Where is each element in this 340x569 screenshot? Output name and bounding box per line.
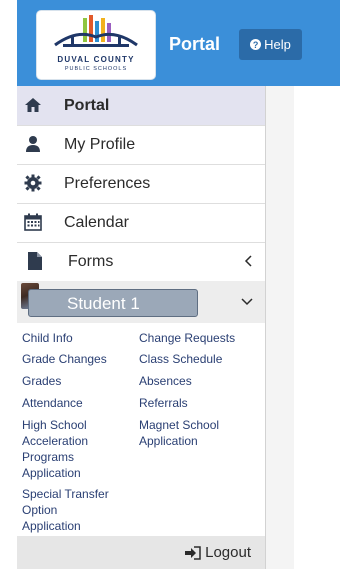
link-child-info[interactable]: Child Info — [22, 330, 73, 346]
logo-subtitle: PUBLIC SCHOOLS — [64, 66, 128, 72]
calendar-icon — [24, 213, 42, 231]
logout-bar: Logout — [17, 536, 265, 569]
link-high-school-acceleration[interactable]: High School Acceleration Programs Applic… — [22, 417, 88, 481]
sidebar-item-label: Calendar — [64, 213, 129, 231]
link-line: Programs — [22, 450, 75, 464]
question-icon: ? — [250, 39, 262, 50]
student-selector[interactable]: Student 1 — [17, 281, 265, 323]
logo-name: DUVAL COUNTY — [57, 55, 135, 64]
link-line: Acceleration — [22, 434, 89, 448]
sidebar-item-my-profile[interactable]: My Profile — [17, 125, 265, 165]
sidebar-item-portal[interactable]: Portal — [17, 86, 265, 126]
home-icon — [25, 98, 41, 112]
link-referrals[interactable]: Referrals — [139, 395, 188, 411]
link-special-transfer-option[interactable]: Special Transfer Option Application — [22, 486, 109, 534]
link-line: Magnet School — [139, 418, 220, 432]
content-divider — [266, 86, 294, 569]
sidebar-item-label: Forms — [68, 252, 114, 270]
link-grade-changes[interactable]: Grade Changes — [22, 351, 107, 367]
user-icon — [26, 136, 40, 152]
sidebar-item-forms[interactable]: Forms — [17, 242, 265, 282]
chevron-left-icon[interactable] — [243, 255, 255, 267]
link-magnet-school-application[interactable]: Magnet School Application — [139, 417, 219, 449]
sign-out-icon — [185, 545, 201, 560]
gear-icon — [24, 174, 42, 192]
document-icon — [28, 252, 42, 270]
district-logo[interactable]: DUVAL COUNTY PUBLIC SCHOOLS — [37, 11, 155, 79]
logout-button[interactable]: Logout — [185, 544, 251, 561]
link-absences[interactable]: Absences — [139, 373, 192, 389]
link-grades[interactable]: Grades — [22, 373, 61, 389]
help-button[interactable]: ? Help — [239, 29, 302, 60]
chevron-down-icon[interactable] — [241, 295, 253, 307]
top-header: DUVAL COUNTY PUBLIC SCHOOLS Portal ? Hel… — [17, 0, 340, 86]
logout-label: Logout — [205, 544, 251, 561]
sidebar-item-calendar[interactable]: Calendar — [17, 203, 265, 243]
help-label: Help — [264, 37, 291, 52]
logo-graphic — [54, 15, 138, 47]
link-line: Application — [22, 466, 81, 480]
page-title: Portal — [169, 34, 221, 54]
link-change-requests[interactable]: Change Requests — [139, 330, 235, 346]
sidebar-item-label: Portal — [64, 96, 110, 114]
link-class-schedule[interactable]: Class Schedule — [139, 351, 222, 367]
sidebar-item-preferences[interactable]: Preferences — [17, 164, 265, 204]
link-line: Application — [139, 434, 198, 448]
sidebar: Portal My Profile Preferences Calendar F… — [17, 86, 266, 569]
link-attendance[interactable]: Attendance — [22, 395, 83, 411]
sidebar-item-label: My Profile — [64, 135, 136, 153]
student-name-box[interactable]: Student 1 — [28, 289, 198, 317]
link-line: High School — [22, 418, 87, 432]
link-line: Application — [22, 519, 81, 533]
sidebar-item-label: Preferences — [64, 174, 151, 192]
link-line: Special Transfer — [22, 487, 109, 501]
link-line: Option — [22, 503, 58, 517]
